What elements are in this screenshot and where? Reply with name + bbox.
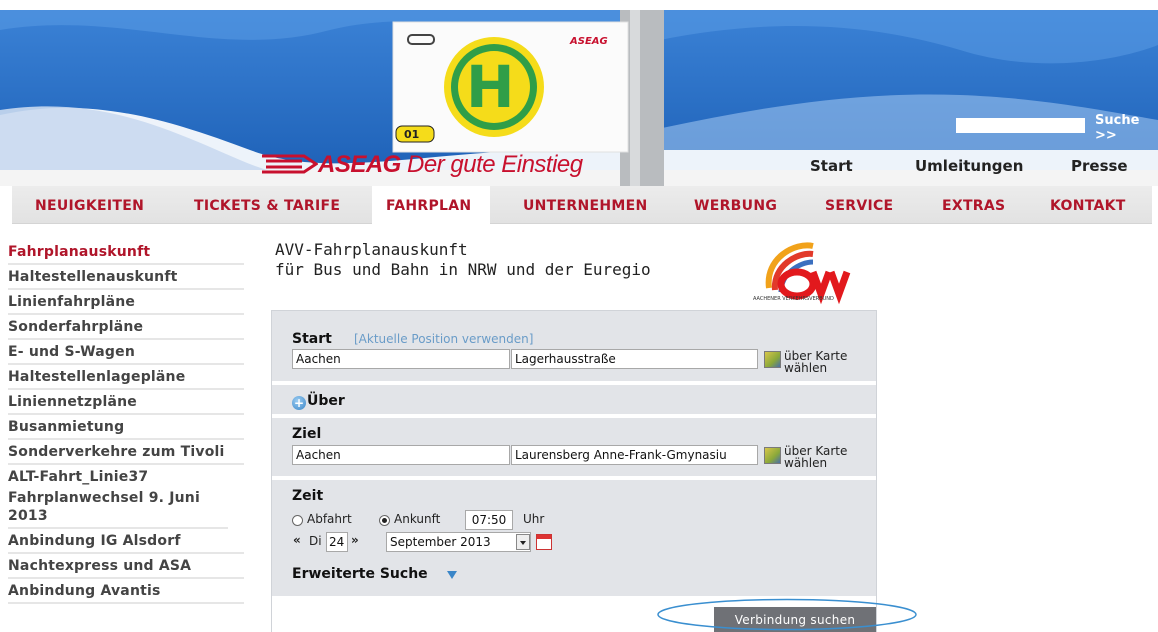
nav-service[interactable]: SERVICE [825,198,893,214]
highlight-ellipse [657,598,917,631]
uhr-label: Uhr [523,512,545,526]
stop-sign-letter: H [466,53,515,121]
ankunft-label[interactable]: Ankunft [394,512,440,526]
header-banner: H ASEAG 01 ASEAG Der gute Einstieg Suche… [0,0,1158,186]
stop-sign-number: 01 [404,128,420,141]
advanced-search-toggle[interactable]: Erweiterte Suche [292,566,428,582]
nav-extras[interactable]: EXTRAS [942,198,1005,214]
page: H ASEAG 01 ASEAG Der gute Einstieg Suche… [0,0,1158,632]
divider [272,414,876,418]
sidebar-item-haltestellenlageplaene[interactable]: Haltestellenlagepläne [8,365,244,390]
journey-planner-form: Start [Aktuelle Position verwenden] Aach… [271,310,877,632]
aseag-logo[interactable]: ASEAG Der gute Einstieg [318,151,583,179]
sidebar-item-busanmietung[interactable]: Busanmietung [8,415,244,440]
time-input[interactable]: 07:50 [465,510,513,530]
start-city-input[interactable]: Aachen [292,349,510,369]
top-link-start[interactable]: Start [810,157,853,175]
month-select[interactable]: September 2013 [386,532,531,552]
main-nav: NEUIGKEITEN TICKETS & TARIFE FAHRPLAN UN… [0,186,1158,228]
sidebar-item-liniennetzplaene[interactable]: Liniennetzpläne [8,390,244,415]
sidebar-item-linienfahrplaene[interactable]: Linienfahrpläne [8,290,244,315]
ziel-label: Ziel [292,426,322,442]
stop-sign-brand: ASEAG [570,36,608,47]
ziel-city-input[interactable]: Aachen [292,445,510,465]
weekday-label: Di [309,534,322,548]
sidebar-item-anbindung-avantis[interactable]: Anbindung Avantis [8,579,244,604]
month-select-value: September 2013 [390,535,491,549]
nav-neuigkeiten[interactable]: NEUIGKEITEN [35,198,144,214]
start-map-line2: wählen [784,361,828,375]
plus-circle-icon[interactable]: + [292,396,306,410]
prev-day-button[interactable]: « [293,533,301,547]
chevron-down-icon[interactable] [516,534,530,550]
day-input[interactable]: 24 [326,532,348,552]
triangle-down-icon[interactable] [447,571,457,579]
map-icon[interactable] [764,447,781,464]
sidebar-item-sonderfahrplaene[interactable]: Sonderfahrpläne [8,315,244,340]
avv-logo: AACHENER VERKEHRSVERBUND [753,236,867,310]
via-toggle[interactable]: Über [307,393,345,409]
top-link-umleitungen[interactable]: Umleitungen [915,157,1023,175]
current-position-link[interactable]: [Aktuelle Position verwenden] [354,332,533,346]
page-title-line2: für Bus und Bahn in NRW und der Euregio [275,260,651,279]
abfahrt-label[interactable]: Abfahrt [307,512,352,526]
start-label: Start [292,331,332,347]
sidebar-item-alt-fahrt-linie37[interactable]: ALT-Fahrt_Linie37 [8,465,244,486]
ankunft-radio[interactable] [379,515,390,526]
search-input[interactable] [956,118,1085,133]
page-title: AVV-Fahrplanauskunft für Bus und Bahn in… [275,240,651,280]
sidebar-item-e-und-s-wagen[interactable]: E- und S-Wagen [8,340,244,365]
map-icon[interactable] [764,351,781,368]
aseag-logo-icon [262,154,318,174]
sidebar-item-haltestellenauskunft[interactable]: Haltestellenauskunft [8,265,244,290]
ziel-map-select[interactable]: über Karte wählen [784,445,847,469]
zeit-label: Zeit [292,488,324,504]
nav-unternehmen[interactable]: UNTERNEHMEN [523,198,648,214]
logo-company: ASEAG [318,151,401,178]
ziel-stop-input[interactable]: Laurensberg Anne-Frank-Gmynasiu [511,445,758,465]
nav-tickets-tarife[interactable]: TICKETS & TARIFE [194,198,340,214]
logo-slogan: Der gute Einstieg [400,151,583,178]
nav-kontakt[interactable]: KONTAKT [1050,198,1126,214]
avv-logo-caption: AACHENER VERKEHRSVERBUND [753,296,834,302]
divider [272,381,876,385]
next-day-button[interactable]: » [351,533,359,547]
sidebar-item-sonderverkehre-tivoli[interactable]: Sonderverkehre zum Tivoli [8,440,244,465]
page-title-line1: AVV-Fahrplanauskunft [275,240,468,259]
top-link-presse[interactable]: Presse [1071,157,1128,175]
start-map-select[interactable]: über Karte wählen [784,350,847,374]
stop-sign-small-logo-icon [407,34,435,45]
ziel-map-line2: wählen [784,456,828,470]
calendar-icon[interactable] [536,534,552,550]
divider [272,476,876,480]
nav-fahrplan[interactable]: FAHRPLAN [372,186,490,224]
search-link[interactable]: Suche >> [1095,113,1158,143]
abfahrt-radio[interactable] [292,515,303,526]
sidebar: Fahrplanauskunft Haltestellenauskunft Li… [8,240,244,604]
start-stop-input[interactable]: Lagerhausstraße [511,349,758,369]
nav-werbung[interactable]: WERBUNG [694,198,777,214]
sidebar-item-nachtexpress-asa[interactable]: Nachtexpress und ASA [8,554,244,579]
sidebar-item-anbindung-ig-alsdorf[interactable]: Anbindung IG Alsdorf [8,529,244,554]
sidebar-item-fahrplanauskunft[interactable]: Fahrplanauskunft [8,240,244,265]
sidebar-item-fahrplanwechsel[interactable]: Fahrplanwechsel 9. Juni 2013 [8,486,228,529]
